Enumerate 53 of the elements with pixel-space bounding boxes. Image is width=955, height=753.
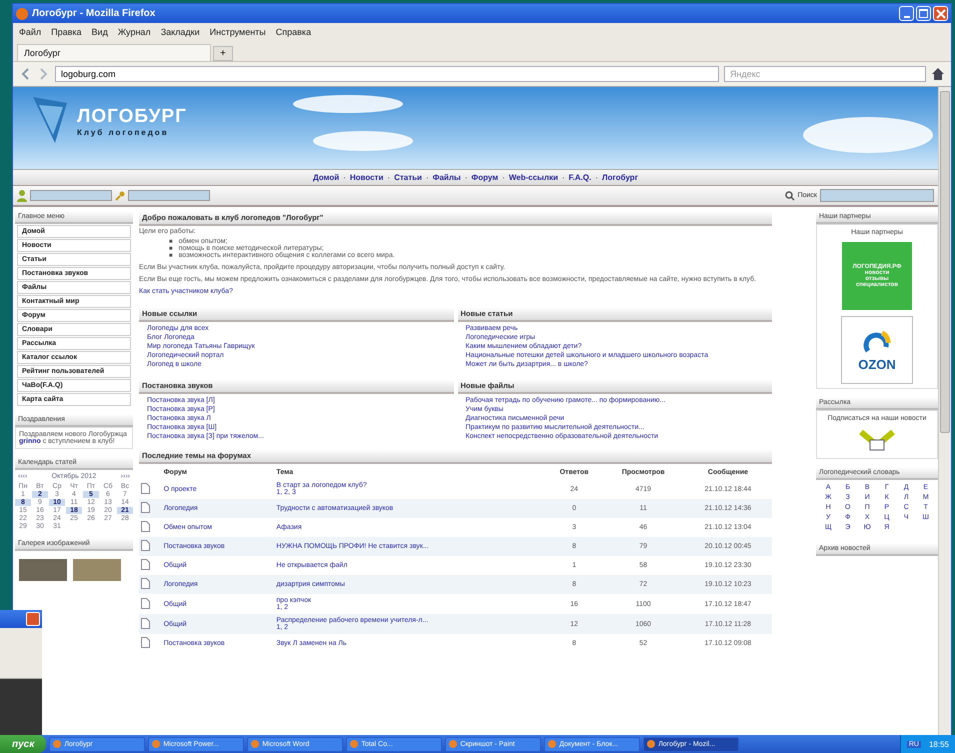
nav-separator: ·	[595, 173, 598, 182]
photo-placeholder[interactable]	[19, 559, 67, 581]
nav-separator: ·	[387, 173, 390, 182]
nav-separator: ·	[343, 173, 346, 182]
site-tagline: Клуб логопедов	[77, 128, 170, 136]
menu-item[interactable]: Закладки	[160, 27, 200, 37]
maximize-button[interactable]	[916, 6, 931, 21]
nav-link[interactable]: Web-ссылки	[508, 173, 558, 182]
document-icon	[141, 540, 150, 551]
menu-item[interactable]: Инструменты	[210, 27, 266, 37]
new-tab-button[interactable]: +	[213, 46, 233, 61]
partner-logo[interactable]: OZON	[841, 316, 913, 384]
clock: 18:55	[928, 740, 949, 748]
document-icon	[141, 521, 150, 532]
photo-placeholder[interactable]	[73, 559, 121, 581]
login-field[interactable]	[30, 190, 112, 201]
forward-icon[interactable]	[38, 67, 50, 81]
nav-link[interactable]: Логобург	[602, 173, 638, 182]
nav-link[interactable]: Статьи	[394, 173, 422, 182]
browser-tab[interactable]: Логобург	[17, 44, 211, 61]
minimize-button[interactable]	[899, 6, 914, 21]
document-icon	[141, 482, 150, 494]
document-icon	[141, 578, 150, 589]
scrollbar[interactable]	[938, 87, 951, 736]
document-icon	[141, 637, 150, 648]
key-icon	[115, 190, 125, 200]
window-title: Логобург - Mozilla Firefox	[32, 8, 156, 19]
menu-item[interactable]: Файл	[19, 27, 42, 37]
nav-link[interactable]: F.A.Q.	[568, 173, 592, 182]
search-icon	[784, 190, 795, 200]
firefox-icon	[16, 8, 28, 20]
document-icon	[141, 502, 150, 513]
menu-item[interactable]: Вид	[92, 27, 108, 37]
document-icon	[141, 559, 150, 570]
close-button[interactable]	[933, 6, 948, 21]
nav-link[interactable]: Новости	[350, 173, 384, 182]
password-field[interactable]	[128, 190, 210, 201]
nav-link[interactable]: Форум	[471, 173, 498, 182]
address-field[interactable]: logoburg.com	[55, 66, 719, 82]
user-icon	[17, 190, 27, 202]
nav-separator: ·	[502, 173, 505, 182]
menu-item[interactable]: Правка	[51, 27, 82, 37]
document-icon	[141, 618, 150, 628]
nav-separator: ·	[426, 173, 429, 182]
menu-item[interactable]: Справка	[276, 27, 312, 37]
nav-separator: ·	[562, 173, 565, 182]
nav-separator: ·	[464, 173, 468, 182]
site-search-field[interactable]	[820, 189, 934, 202]
home-icon[interactable]	[931, 67, 945, 81]
nav-link[interactable]: Домой	[312, 173, 340, 182]
menu-item[interactable]: Журнал	[118, 27, 151, 37]
document-icon	[141, 598, 150, 608]
nav-link[interactable]: Файлы	[432, 173, 461, 182]
